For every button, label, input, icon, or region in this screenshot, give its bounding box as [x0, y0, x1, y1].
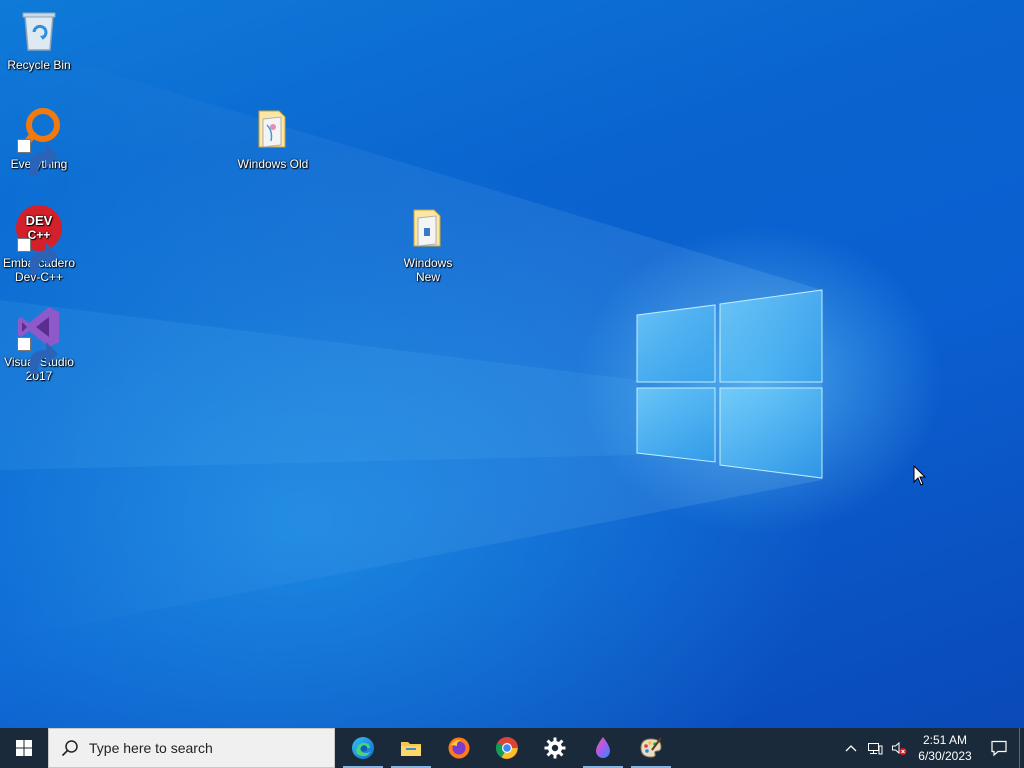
network-tray-button[interactable]	[863, 728, 887, 768]
shortcut-arrow-icon	[17, 337, 58, 374]
search-icon	[61, 740, 78, 757]
desktop-icon-recycle-bin[interactable]: Recycle Bin	[1, 6, 77, 72]
taskbar-chrome-button[interactable]	[483, 728, 531, 768]
edge-icon	[352, 737, 374, 759]
chrome-icon	[496, 737, 518, 759]
network-icon	[868, 743, 883, 755]
action-center-button[interactable]	[979, 728, 1019, 768]
desktop-icon-label: Windows Old	[237, 157, 309, 171]
notification-icon	[991, 740, 1007, 757]
volume-tray-button[interactable]	[887, 728, 911, 768]
folder-icon	[258, 110, 286, 148]
taskbar-clock[interactable]: 2:51 AM 6/30/2023	[911, 732, 979, 764]
clock-time: 2:51 AM	[922, 733, 968, 747]
desktop-icon-visual-studio[interactable]: Visual Studio 2017	[1, 303, 77, 383]
mouse-cursor-icon	[913, 465, 927, 486]
windows-logo-icon	[16, 740, 32, 756]
recycle-bin-icon	[22, 12, 56, 51]
desktop-icon-devcpp[interactable]: DEV C++ Embarcadero Dev-C++	[1, 204, 77, 284]
droplet-icon	[596, 737, 610, 758]
folder-icon	[413, 209, 441, 247]
desktop-icon-label: Windows New	[403, 256, 453, 284]
folder-icon	[401, 742, 421, 756]
taskbar-settings-button[interactable]	[531, 728, 579, 768]
desktop-icon-windows-new[interactable]: Windows New	[390, 204, 466, 284]
show-desktop-button[interactable]	[1019, 728, 1024, 768]
taskbar: Type here to search 2:51 AM 6/30/2023	[0, 728, 1024, 768]
desktop-icon-label: Recycle Bin	[7, 58, 71, 72]
shortcut-arrow-icon	[17, 139, 58, 176]
shortcut-arrow-icon	[17, 238, 58, 275]
desktop-icon-everything[interactable]: Everything	[1, 105, 77, 176]
desktop[interactable]: Recycle Bin Everything Windows Old	[0, 0, 1024, 728]
palette-icon	[640, 737, 662, 758]
clock-date: 6/30/2023	[918, 749, 972, 763]
search-box[interactable]: Type here to search	[48, 728, 335, 768]
taskbar-edge-button[interactable]	[339, 728, 387, 768]
taskbar-firefox-button[interactable]	[435, 728, 483, 768]
speaker-muted-icon	[892, 741, 907, 755]
search-placeholder: Type here to search	[89, 740, 213, 756]
desktop-icon-windows-old[interactable]: Windows Old	[235, 105, 311, 171]
taskbar-droplet-app-button[interactable]	[579, 728, 627, 768]
show-hidden-icons-button[interactable]	[839, 728, 863, 768]
start-button[interactable]	[0, 728, 48, 768]
taskbar-paint-button[interactable]	[627, 728, 675, 768]
windows-logo-wallpaper	[0, 40, 823, 640]
svg-text:DEV: DEV	[26, 213, 53, 228]
chevron-up-icon	[845, 745, 857, 752]
taskbar-file-explorer-button[interactable]	[387, 728, 435, 768]
firefox-icon	[448, 737, 470, 759]
system-tray: 2:51 AM 6/30/2023	[839, 728, 1024, 768]
gear-icon	[544, 737, 566, 759]
